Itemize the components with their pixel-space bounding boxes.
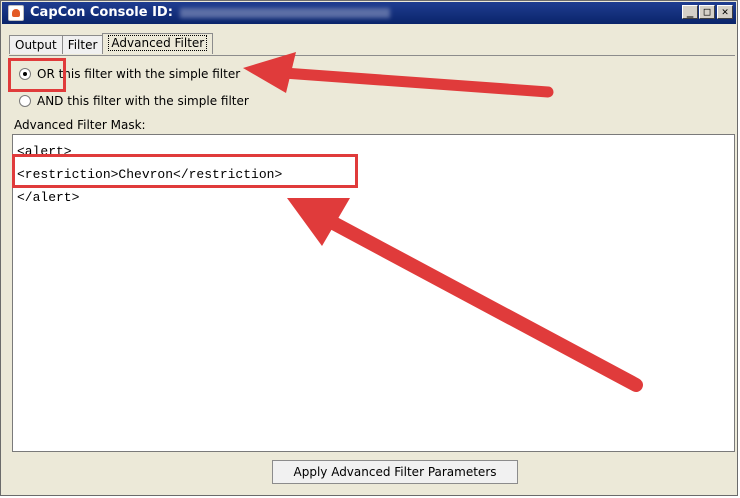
arrow-to-restriction-line [287,198,643,392]
annotation-arrows [243,52,643,392]
arrow-to-or-option [243,52,554,98]
